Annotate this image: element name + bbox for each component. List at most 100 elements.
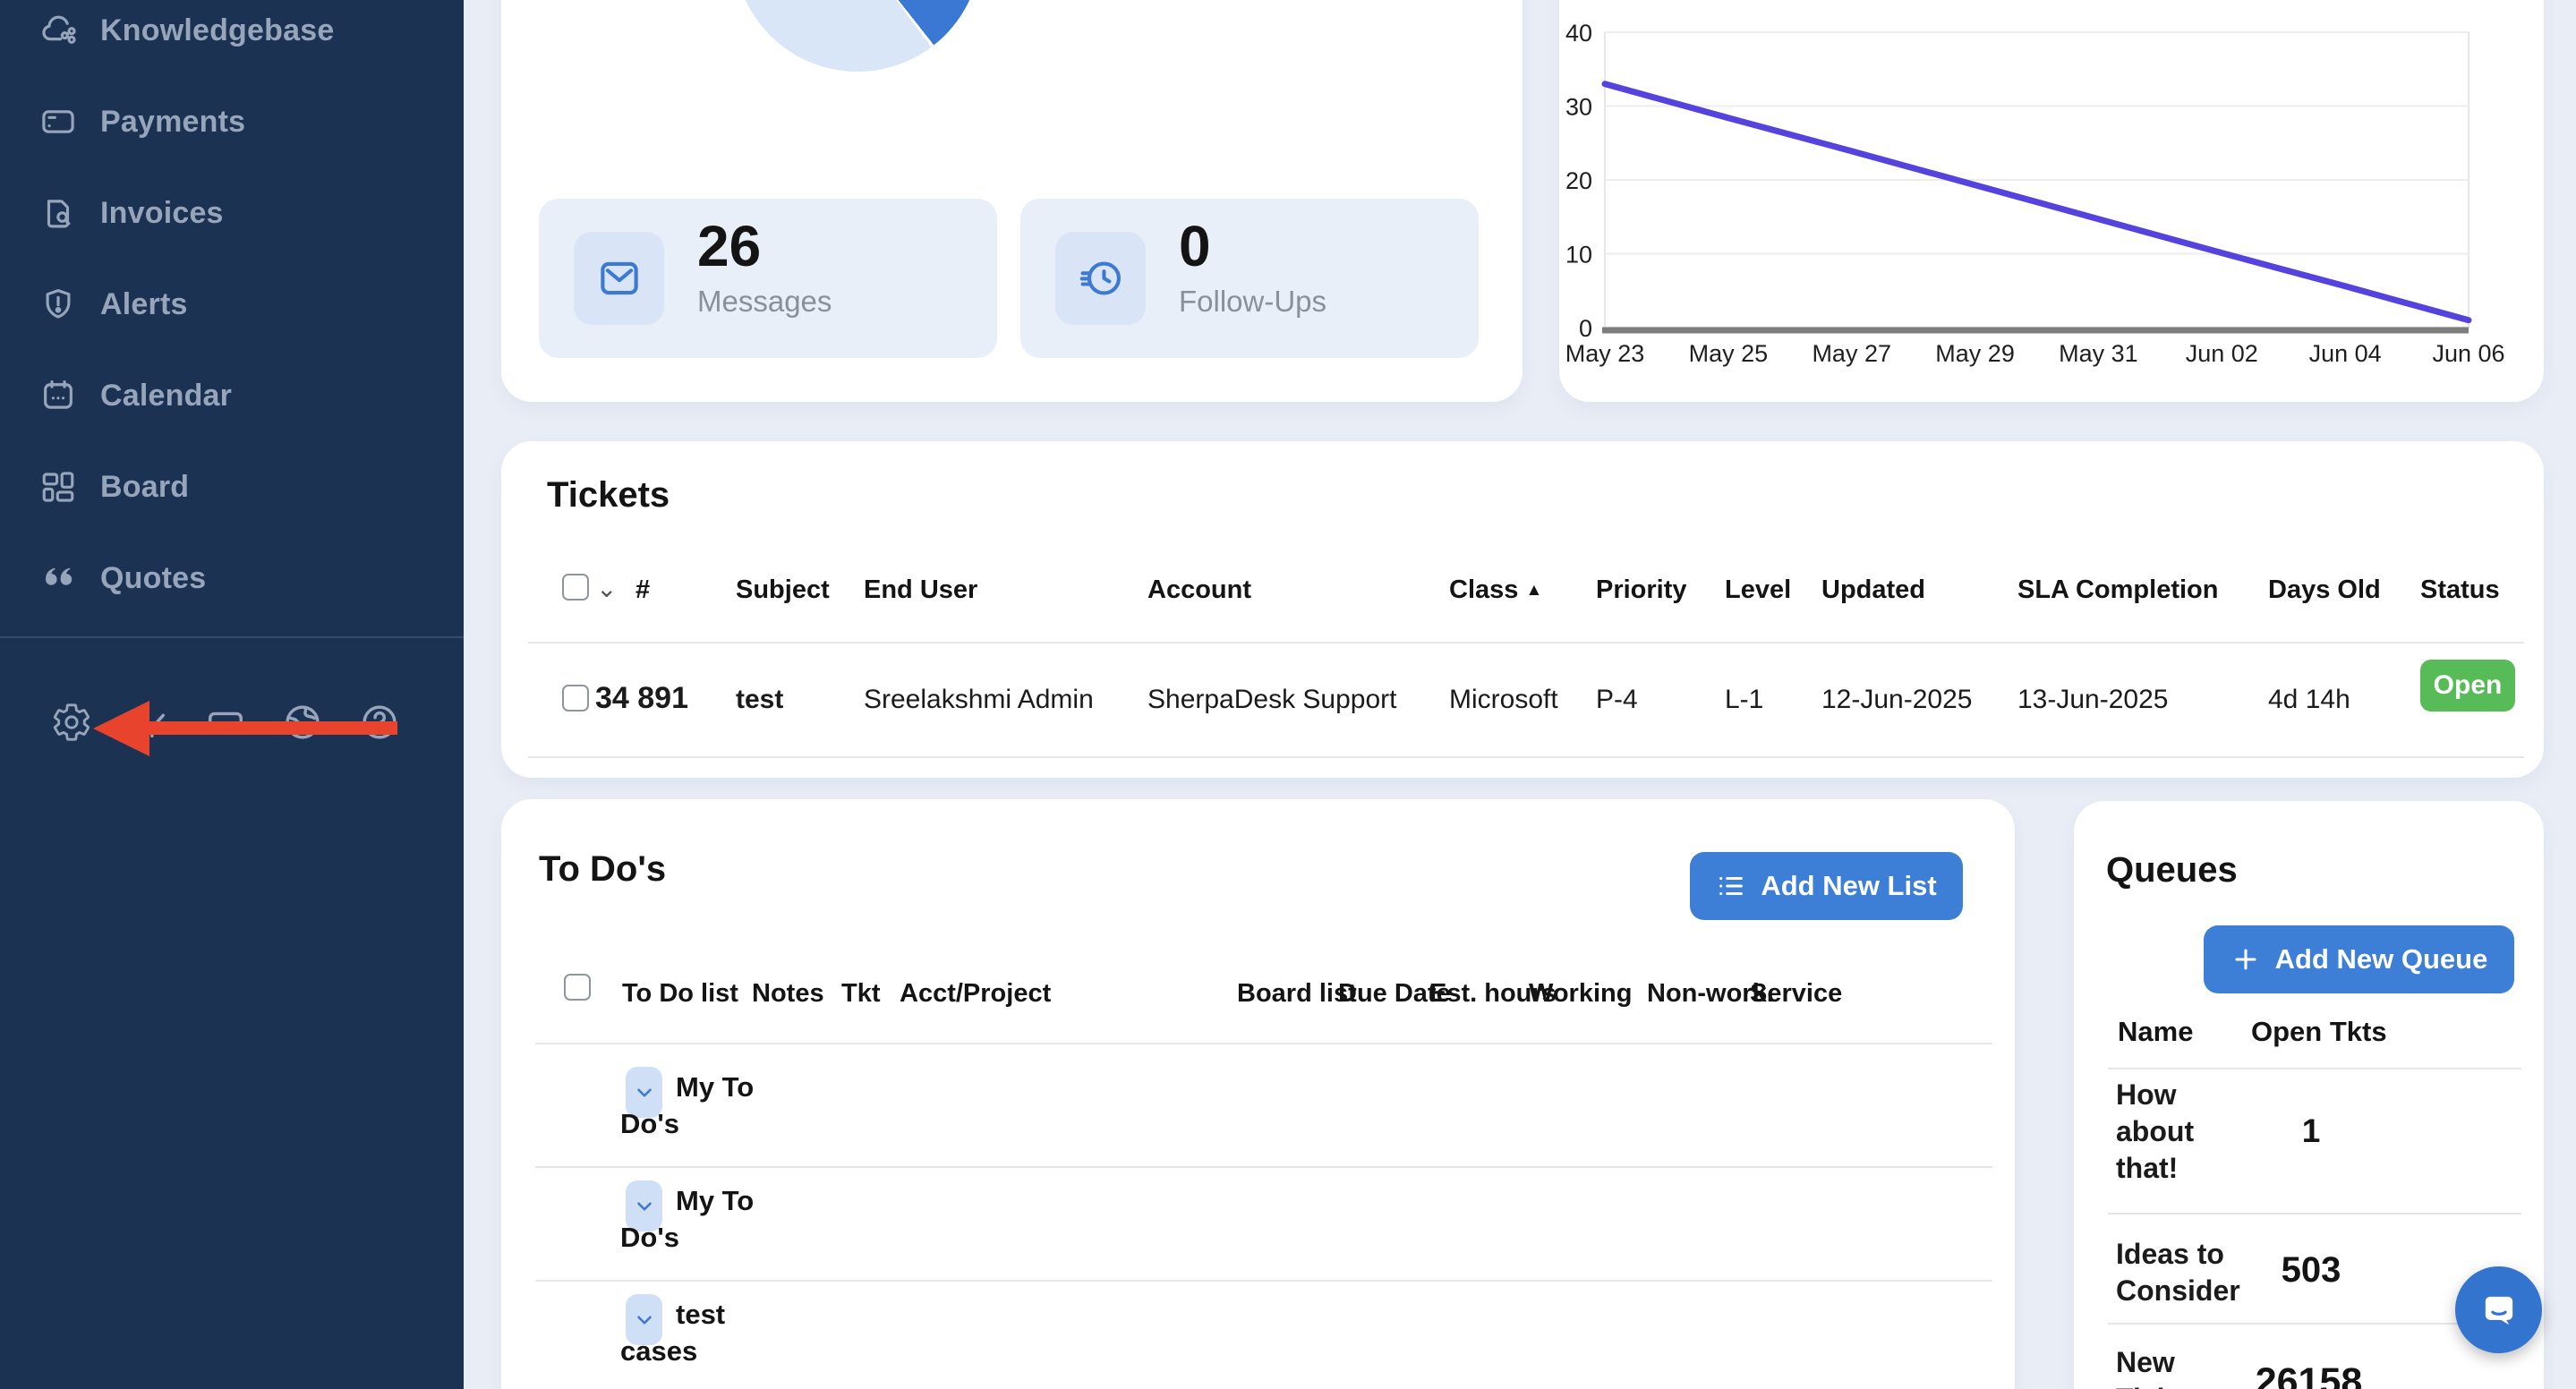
todos-title: To Do's [539,849,666,890]
col-header-end-user[interactable]: End User [864,575,977,605]
queue-name[interactable]: How about that! [2116,1077,2237,1187]
todo-list-name[interactable]: My To Do's [620,1182,772,1256]
queue-open-count: 1 [2262,1112,2360,1150]
tickets-card: Tickets ⌄ # Subject End User Account Cla… [501,441,2544,778]
add-new-list-label: Add New List [1761,870,1936,902]
list-icon [1716,871,1746,901]
messages-label: Messages [697,285,832,319]
ticket-subject[interactable]: test [736,685,783,715]
col-header-subject[interactable]: Subject [736,575,830,605]
settings-gear-icon[interactable] [51,702,92,743]
queue-col-open-tkts[interactable]: Open Tkts [2251,1016,2387,1048]
col-header-working[interactable]: Working [1529,950,1632,1036]
svg-text:May 31: May 31 [2059,340,2138,367]
col-header-status[interactable]: Status [2420,575,2500,605]
followups-stat-tile[interactable]: 0 Follow-Ups [1020,199,1479,358]
add-new-list-button[interactable]: Add New List [1690,852,1963,920]
col-header-account[interactable]: Account [1147,575,1251,605]
overview-card: 26 Messages 0 Follow-Ups [501,0,1523,402]
divider [528,642,2524,643]
status-badge[interactable]: Open [2420,660,2515,712]
col-header-priority[interactable]: Priority [1596,575,1687,605]
ticket-level: L-1 [1725,685,1763,715]
col-header-board-list[interactable]: Board list [1237,950,1318,1036]
quotes-icon [39,559,77,597]
sidebar-item-board[interactable]: Board [0,441,464,533]
chat-launcher-button[interactable] [2455,1266,2542,1353]
annotation-arrow-head [93,701,149,756]
sort-asc-icon: ▲ [1525,581,1542,600]
divider [535,1043,1992,1044]
sidebar-item-label: Knowledgebase [100,13,334,48]
clock-icon [1055,232,1146,325]
col-header-updated[interactable]: Updated [1821,575,1925,605]
svg-text:20: 20 [1565,167,1592,194]
col-header-tkt[interactable]: Tkt [841,950,881,1036]
svg-text:Jun 04: Jun 04 [2309,340,2382,367]
col-header-due-date[interactable]: Due Date [1338,950,1403,1036]
envelope-icon [574,232,664,325]
sidebar-item-label: Alerts [100,287,188,322]
sidebar-nav: Knowledgebase Payments [0,0,464,624]
divider [2108,1213,2521,1214]
queue-name[interactable]: New Tickets [2116,1344,2237,1389]
open-tickets-pie-chart [734,0,981,72]
todo-select-all-checkbox[interactable] [564,974,591,1001]
sidebar-item-knowledgebase[interactable]: Knowledgebase [0,0,464,76]
divider [535,1280,1992,1282]
col-header-non-work[interactable]: Non-work. [1647,950,1723,1036]
tickets-trend-line-chart: 010203040May 23May 25May 27May 29May 31J… [1559,0,2544,402]
ticket-account: SherpaDesk Support [1147,685,1397,715]
sidebar-item-alerts[interactable]: Alerts [0,259,464,350]
col-header-service[interactable]: Service [1750,950,1842,1036]
col-header-notes[interactable]: Notes [752,950,824,1036]
chat-bubble-icon [2476,1287,2522,1334]
sidebar-item-payments[interactable]: Payments [0,76,464,167]
col-header-days-old[interactable]: Days Old [2268,575,2381,605]
svg-text:40: 40 [1565,20,1592,47]
followups-label: Follow-Ups [1179,285,1326,319]
col-header-level[interactable]: Level [1725,575,1791,605]
knowledgebase-icon [39,12,77,49]
sidebar-item-label: Payments [100,105,245,140]
queue-name[interactable]: Ideas to Consider [2116,1236,2237,1309]
col-header-acct-project[interactable]: Acct/Project [900,950,1051,1036]
ticket-priority: P-4 [1596,685,1638,715]
messages-count: 26 [697,213,761,279]
plus-icon [2231,944,2261,975]
ticket-id[interactable]: 34 891 [595,681,688,716]
invoices-icon [39,194,77,232]
col-header-class[interactable]: Class ▲ [1449,575,1542,605]
select-all-checkbox[interactable] [562,574,589,601]
chevron-down-icon[interactable]: ⌄ [596,574,617,603]
dashboard-screen: Knowledgebase Payments [0,0,2576,1389]
svg-text:May 25: May 25 [1689,340,1769,367]
divider [535,1166,1992,1168]
sidebar-divider [0,636,464,638]
divider [2108,1068,2521,1069]
svg-text:May 29: May 29 [1935,340,2015,367]
add-new-queue-button[interactable]: Add New Queue [2204,925,2514,993]
col-header-sla[interactable]: SLA Completion [2017,575,2218,605]
sidebar-item-label: Calendar [100,379,232,413]
todo-list-name[interactable]: My To Do's [620,1069,772,1142]
queues-title: Queues [2106,850,2238,890]
sidebar-item-quotes[interactable]: Quotes [0,533,464,624]
queue-col-name[interactable]: Name [2118,1016,2193,1048]
col-header-todo-list[interactable]: To Do list [622,950,707,1036]
sidebar-item-calendar[interactable]: Calendar [0,350,464,441]
col-header-id[interactable]: # [635,575,650,605]
add-new-queue-label: Add New Queue [2275,943,2488,976]
messages-stat-tile[interactable]: 26 Messages [539,199,997,358]
ticket-days-old: 4d 14h [2268,685,2350,715]
svg-text:Jun 06: Jun 06 [2432,340,2504,367]
alerts-icon [39,285,77,323]
col-header-est-hours[interactable]: Est. hours [1429,950,1506,1036]
ticket-end-user: Sreelakshmi Admin [864,685,1094,715]
todo-list-name[interactable]: test cases [620,1296,772,1369]
svg-text:0: 0 [1579,315,1592,342]
sidebar-item-label: Quotes [100,561,206,596]
todos-card: To Do's Add New List To Do list Notes Tk… [501,799,2015,1389]
sidebar-item-invoices[interactable]: Invoices [0,167,464,259]
row-checkbox[interactable] [562,685,589,712]
